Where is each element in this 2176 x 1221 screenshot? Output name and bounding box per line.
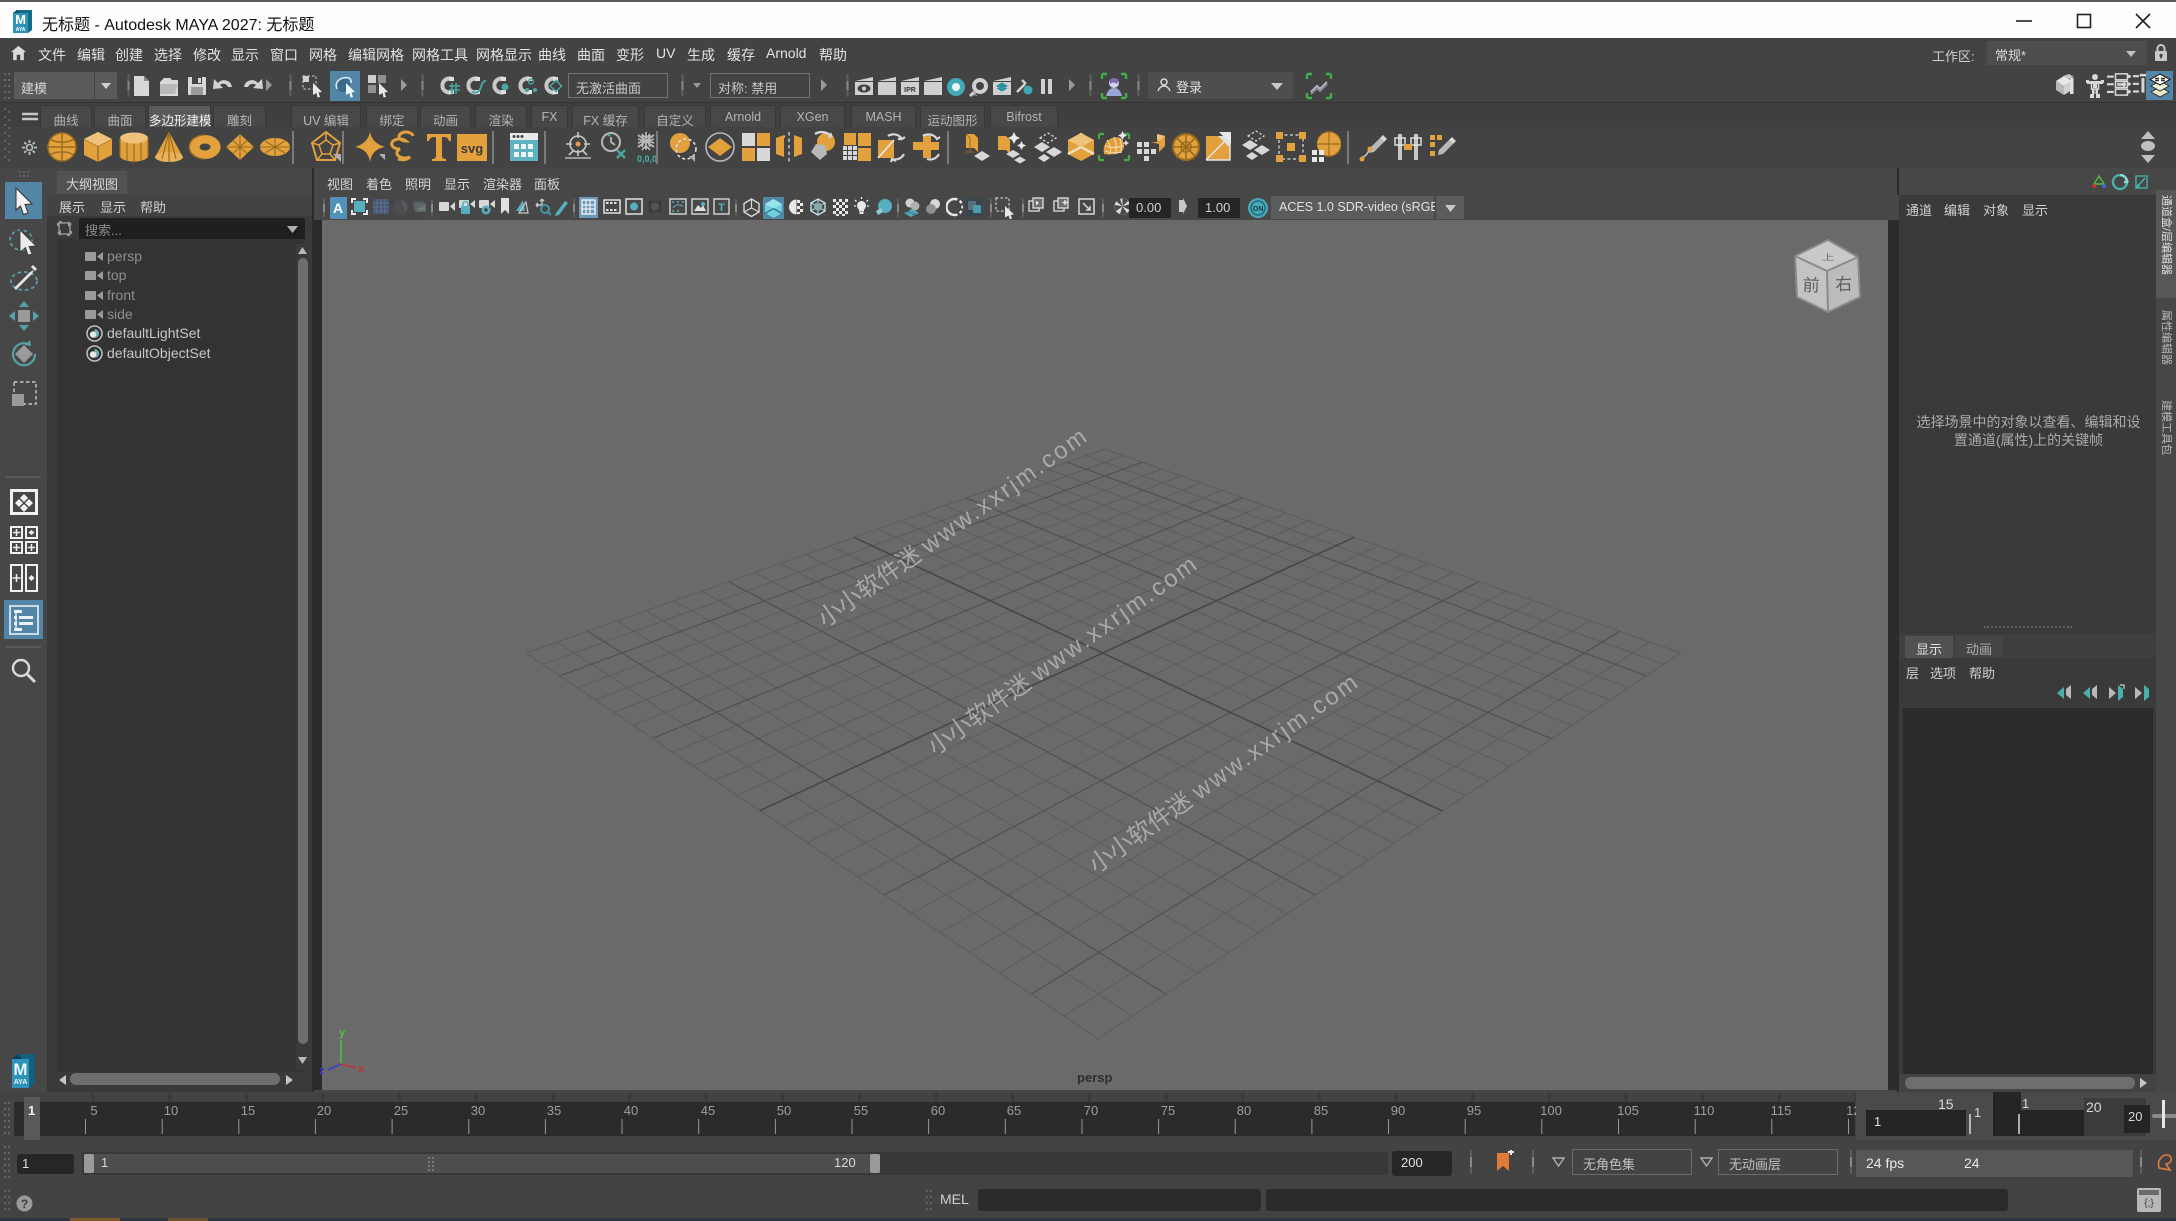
svg-text:x: x (358, 1063, 365, 1074)
svg-text:上: 上 (1822, 253, 1835, 263)
svg-text:0,0,0: 0,0,0 (637, 154, 657, 164)
svg-text:T: T (718, 202, 725, 214)
svg-text:前: 前 (1802, 276, 1820, 296)
svg-text:?: ? (21, 1197, 28, 1211)
svg-text:IPR: IPR (904, 87, 916, 94)
svg-text:svg: svg (461, 141, 483, 156)
svg-text:AYA: AYA (14, 1079, 28, 1086)
svg-text:ON: ON (1253, 206, 1264, 213)
svg-text:y: y (339, 1027, 346, 1039)
svg-text:M: M (15, 12, 26, 27)
svg-text:A: A (333, 200, 343, 216)
svg-text:z: z (319, 1065, 325, 1074)
svg-text:M: M (13, 1060, 27, 1079)
svg-text:AYA: AYA (16, 27, 26, 33)
svg-text:x: x (973, 89, 977, 98)
svg-text:{;}: {;} (2144, 1198, 2154, 1209)
svg-text:右: 右 (1835, 275, 1853, 295)
